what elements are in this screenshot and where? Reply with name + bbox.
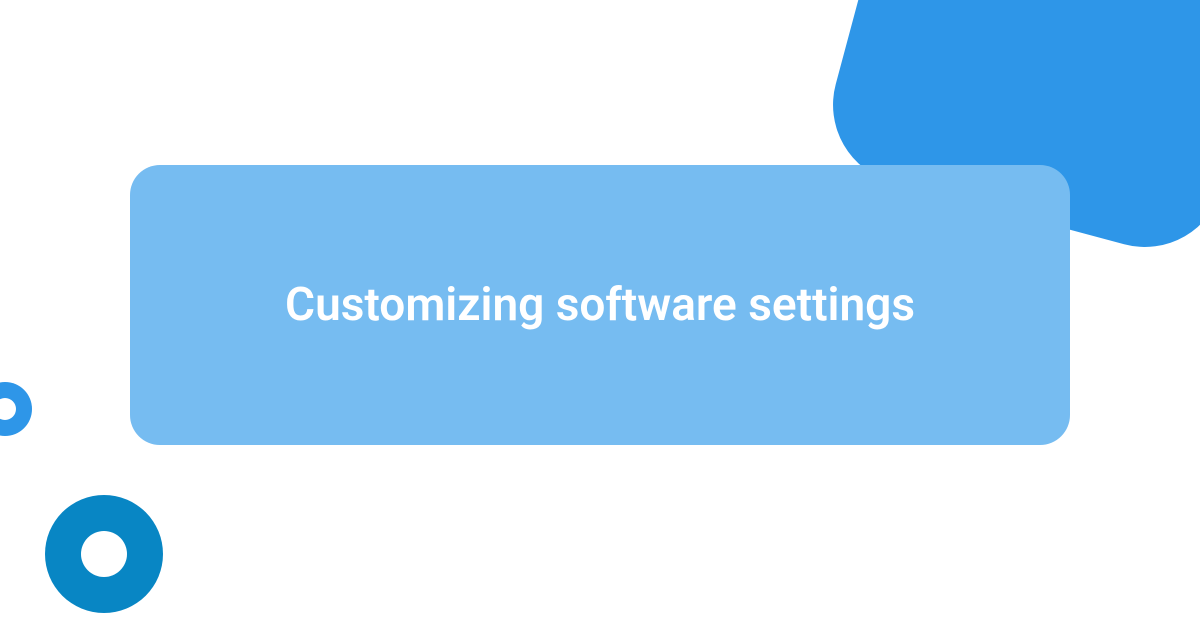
ring-small-decoration (0, 382, 32, 436)
ring-large-decoration (45, 495, 163, 613)
title-text: Customizing software settings (285, 278, 915, 332)
title-card: Customizing software settings (130, 165, 1070, 445)
